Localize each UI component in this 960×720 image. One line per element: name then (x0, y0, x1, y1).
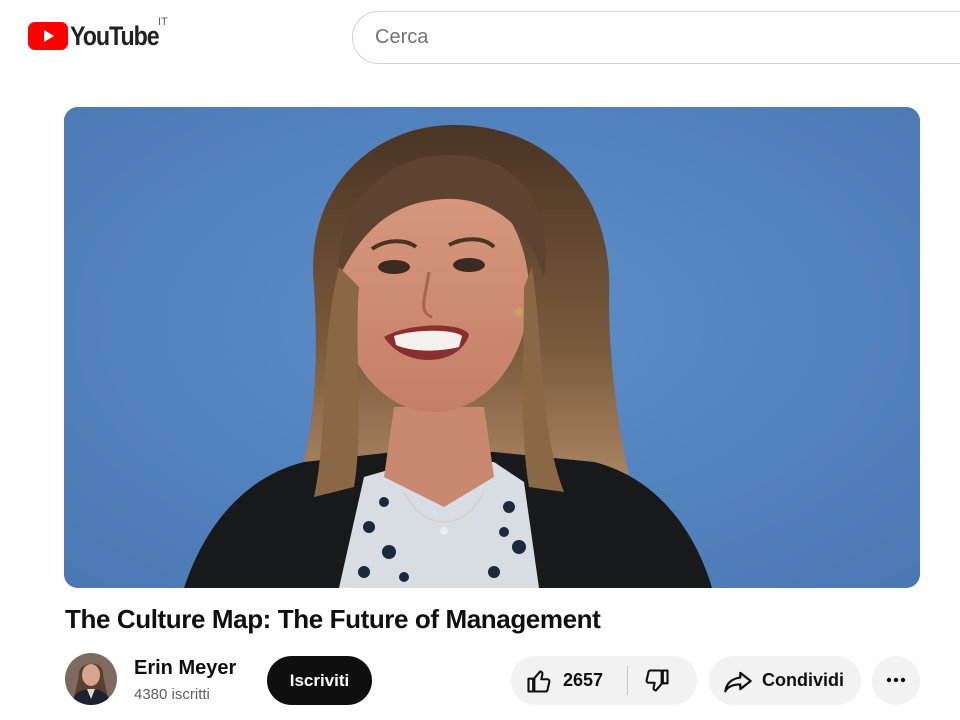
logo-wordmark: YouTube (70, 21, 160, 51)
like-button[interactable]: 2657 (511, 656, 627, 705)
search-box (352, 11, 960, 64)
share-button[interactable]: Condividi (709, 656, 861, 705)
country-code: IT (158, 16, 168, 28)
thumbs-down-icon (645, 669, 669, 692)
channel-avatar[interactable] (65, 653, 117, 705)
like-dislike-group: 2657 (511, 656, 697, 705)
video-player[interactable] (64, 107, 920, 588)
video-frame (64, 107, 920, 588)
youtube-logo[interactable]: YouTube IT (28, 16, 173, 51)
youtube-play-icon (28, 22, 68, 50)
search-input[interactable] (373, 12, 933, 63)
channel-name[interactable]: Erin Meyer (134, 657, 236, 680)
more-horizontal-icon (886, 677, 906, 683)
subscribe-button[interactable]: Iscriviti (267, 656, 372, 705)
video-title: The Culture Map: The Future of Managemen… (65, 604, 601, 634)
subscriber-count: 4380 iscritti (134, 686, 210, 703)
avatar-image (65, 653, 117, 705)
more-actions-button[interactable] (872, 656, 920, 705)
thumbs-up-icon (527, 670, 551, 693)
share-label: Condividi (762, 670, 844, 690)
share-arrow-icon (724, 671, 752, 693)
like-count: 2657 (563, 670, 604, 690)
dislike-button[interactable] (628, 656, 697, 705)
masthead: YouTube IT (0, 0, 960, 80)
